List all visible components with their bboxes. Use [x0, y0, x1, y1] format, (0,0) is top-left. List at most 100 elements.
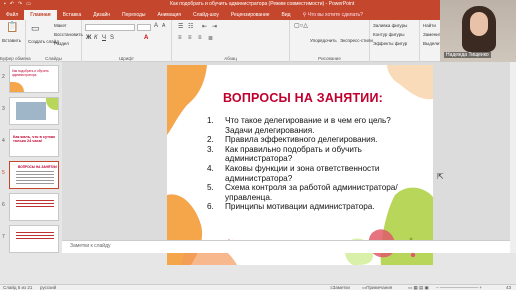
item-text: Схема контроля за работой администратора…	[225, 183, 398, 202]
thumbnail-text: ВОПРОСЫ НА ЗАНЯТИИ	[18, 165, 57, 169]
thumbnail-lines	[16, 232, 54, 233]
paste-button[interactable]: Вставить	[2, 38, 21, 43]
slide-thumbnail[interactable]: Как жаль, что в сутках только 24 часа!	[9, 129, 59, 157]
shape-outline-button[interactable]: Контур фигуры	[373, 32, 404, 37]
justify-icon[interactable]: ≣	[208, 35, 213, 42]
tell-me-search[interactable]: ⚲ Что вы хотите сделать?	[303, 10, 363, 20]
numbering-icon[interactable]: ☷	[188, 23, 193, 30]
tab-review[interactable]: Рецензирование	[225, 10, 276, 20]
zoom-slider[interactable]: − ──────────── +	[436, 285, 482, 290]
thumbnail-number: 6	[2, 202, 5, 208]
undo-icon[interactable]: ↶	[10, 1, 14, 7]
italic-icon[interactable]: К	[94, 35, 98, 41]
align-center-icon[interactable]: ≡	[188, 35, 192, 41]
section-button[interactable]: Раздел	[54, 41, 69, 46]
reset-button[interactable]: Восстановить	[54, 32, 83, 37]
question-item: 3. Как правильно подобрать и обучить адми…	[207, 145, 415, 164]
thumbnail-number: 3	[2, 106, 5, 112]
zoom-level[interactable]: 43	[506, 285, 511, 290]
font-size-combo[interactable]	[137, 24, 151, 31]
language-indicator[interactable]: русский	[40, 285, 56, 290]
notes-placeholder: Заметки к слайду	[70, 243, 111, 249]
tab-design[interactable]: Дизайн	[87, 10, 116, 20]
slide-thumbnail[interactable]: Как подобрать и обучить администратора	[9, 65, 59, 93]
paste-icon[interactable]: 📋	[6, 22, 18, 33]
find-button[interactable]: Найти	[423, 23, 436, 28]
tab-home[interactable]: Главная	[24, 10, 57, 20]
item-text: Принципы мотивации администратора.	[225, 202, 375, 212]
mouse-cursor-icon: ⇱	[437, 172, 444, 181]
quick-styles-button[interactable]: Экспресс-стили	[340, 38, 373, 43]
item-number: 1.	[207, 116, 214, 125]
vertical-scrollbar[interactable]	[510, 62, 516, 253]
item-number: 6.	[207, 202, 214, 212]
tab-view[interactable]: Вид	[276, 10, 297, 20]
tab-transitions[interactable]: Переходы	[116, 10, 151, 20]
grow-font-icon[interactable]: A	[154, 23, 158, 29]
thumbnail-number: 7	[2, 234, 5, 240]
align-right-icon[interactable]: ≡	[198, 35, 202, 41]
clipboard-group: 📋 Вставить Буфер обмена	[0, 20, 31, 62]
item-text: Что такое делегирование и в чем его цель…	[225, 116, 391, 135]
new-slide-icon[interactable]: ▭	[31, 23, 40, 34]
notes-toggle-button[interactable]: ≡ Заметки	[330, 285, 350, 290]
thumbnail-number: 2	[2, 74, 5, 80]
paragraph-group-label: Абзац	[224, 56, 237, 61]
tab-animations[interactable]: Анимация	[152, 10, 187, 20]
tab-file[interactable]: Файл	[0, 10, 24, 20]
font-name-combo[interactable]	[85, 24, 135, 31]
slides-group-label: Слайды	[45, 56, 62, 61]
arrange-button[interactable]: Упорядочить	[310, 38, 337, 43]
shapes-gallery-icon[interactable]: ▢○△	[294, 22, 308, 29]
thumbnail-text: Как жаль, что в сутках только 24 часа!	[13, 135, 56, 143]
thumbnail-text: Как подобрать и обучить администратора	[12, 69, 49, 77]
shape-effects-button[interactable]: Эффекты фигур	[373, 41, 407, 46]
comments-toggle-button[interactable]: ▭ Примечания	[362, 285, 392, 290]
slideshow-icon[interactable]: ▭	[26, 1, 31, 7]
save-icon[interactable]: ▪	[4, 1, 6, 7]
current-slide[interactable]: ВОПРОСЫ НА ЗАНЯТИИ: 1. Что такое делегиро…	[167, 65, 433, 265]
window-title: Как подобрать и обучить администратора (…	[170, 1, 355, 7]
webcam-overlay: Надежда Тищенко	[440, 0, 516, 62]
decrease-indent-icon[interactable]: ⇤	[202, 23, 207, 30]
increase-indent-icon[interactable]: ⇥	[212, 23, 217, 30]
orange-blob-top	[167, 65, 207, 135]
tab-slideshow[interactable]: Слайд-шоу	[187, 10, 225, 20]
thumbnail-decoration	[46, 98, 58, 110]
drawing-group-label: Рисование	[318, 56, 341, 61]
shrink-font-icon[interactable]: A	[162, 23, 165, 29]
item-text: Каковы функции и зона ответственности ад…	[225, 163, 380, 183]
thumbnail-decoration	[10, 82, 24, 92]
ribbon-tabs: Файл Главная Вставка Дизайн Переходы Ани…	[0, 8, 516, 20]
question-item: 5. Схема контроля за работой администрато…	[207, 183, 415, 202]
bold-icon[interactable]: Ж	[86, 35, 91, 41]
shape-fill-button[interactable]: Заливка фигуры	[373, 23, 407, 28]
presenter-face	[470, 12, 488, 36]
slide-thumbnail[interactable]	[9, 97, 59, 125]
notes-pane[interactable]: Заметки к слайду	[62, 240, 510, 253]
underline-icon[interactable]: Ч	[102, 35, 106, 41]
item-number: 2.	[207, 135, 214, 145]
align-left-icon[interactable]: ≡	[178, 35, 182, 41]
paragraph-group: ☰ ☷ ⇤ ⇥ ≡ ≡ ≡ ≣ Абзац	[172, 20, 290, 62]
slide-counter: Слайд 5 из 21	[3, 285, 33, 290]
font-group: A A Ж К Ч S A Шрифт	[82, 20, 172, 62]
question-item: 1. Что такое делегирование и в чем его це…	[207, 116, 415, 135]
questions-list[interactable]: 1. Что такое делегирование и в чем его це…	[207, 116, 415, 212]
bullets-icon[interactable]: ☰	[178, 23, 183, 30]
question-item: 2. Правила эффективного делегирования.	[207, 135, 415, 145]
tab-insert[interactable]: Вставка	[57, 10, 88, 20]
layout-button[interactable]: Макет	[54, 23, 67, 28]
slide-thumbnail[interactable]	[9, 193, 59, 221]
thumbnail-lines	[16, 200, 54, 201]
slide-title[interactable]: ВОПРОСЫ НА ЗАНЯТИИ:	[223, 91, 383, 105]
slide-thumbnail[interactable]	[9, 225, 59, 253]
view-buttons[interactable]: ▭ ▦ ▤ ▣	[408, 285, 429, 290]
slide-canvas: ВОПРОСЫ НА ЗАНЯТИИ: 1. Что такое делегиро…	[62, 62, 510, 265]
font-color-icon[interactable]: A	[144, 35, 148, 41]
shadow-icon[interactable]: S	[110, 35, 114, 41]
slide-thumbnail-selected[interactable]: ВОПРОСЫ НА ЗАНЯТИИ	[9, 161, 59, 189]
peach-blob-top	[387, 65, 433, 100]
thumbnail-number: 5	[2, 170, 5, 176]
redo-icon[interactable]: ↷	[18, 1, 22, 7]
